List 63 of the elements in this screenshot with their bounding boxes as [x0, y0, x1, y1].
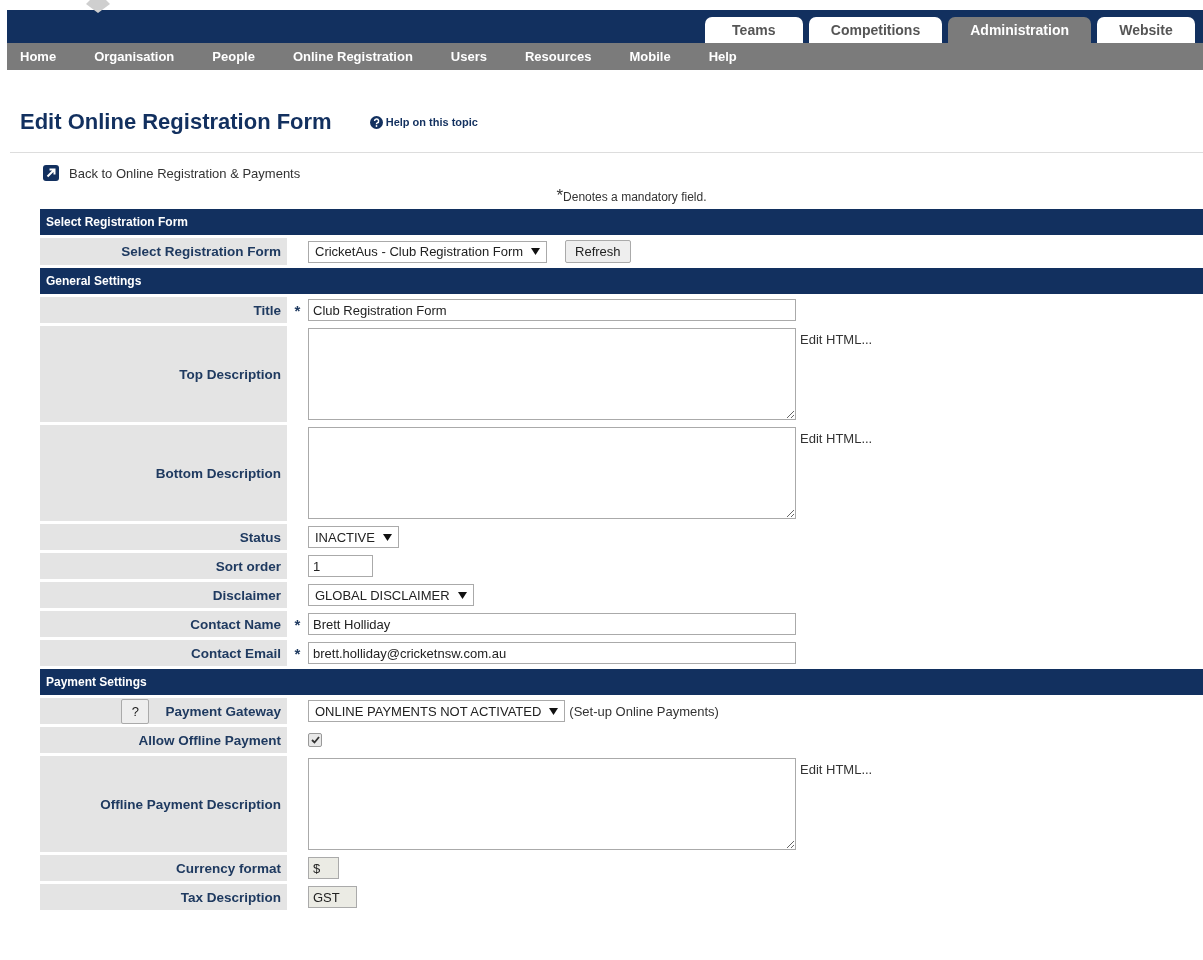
back-link[interactable]: Back to Online Registration & Payments: [69, 165, 301, 181]
mandatory-note: *Denotes a mandatory field.: [555, 185, 708, 206]
edit-html-link[interactable]: Edit HTML...: [800, 427, 873, 446]
nav-link[interactable]: Help: [708, 49, 737, 64]
section-header: Select Registration Form: [40, 209, 1203, 235]
nav-link[interactable]: Organisation: [94, 49, 175, 64]
field-label: Title: [253, 302, 281, 318]
text-field[interactable]: brett.holliday@cricketnsw.com.au: [308, 642, 796, 664]
section-header: General Settings: [40, 268, 1203, 294]
section-header: Payment Settings: [40, 669, 1203, 695]
required-mark: *: [293, 644, 302, 662]
text-area[interactable]: [308, 328, 796, 420]
nav-link[interactable]: Mobile: [629, 49, 671, 64]
required-mark: *: [293, 301, 302, 319]
header-tab[interactable]: Website: [1097, 17, 1195, 43]
field-label: Tax Description: [180, 889, 281, 905]
dropdown[interactable]: CricketAus - Club Registration Form: [308, 240, 548, 263]
nav-link[interactable]: Resources: [525, 49, 592, 64]
field-label: Select Registration Form: [121, 244, 281, 259]
field-label: Status: [239, 529, 281, 545]
page-title: Edit Online Registration Form: [20, 109, 332, 135]
nav-link[interactable]: People: [212, 49, 255, 64]
required-mark: *: [293, 615, 302, 633]
dropdown-arrow-icon: [549, 707, 559, 715]
field-label: Sort order: [215, 558, 281, 574]
header-tab[interactable]: Competitions: [808, 17, 943, 43]
field-label: Contact Email: [190, 645, 281, 661]
dropdown-arrow-icon: [531, 248, 541, 255]
external-link-icon: [43, 165, 59, 181]
dropdown-arrow-icon: [457, 591, 467, 599]
text-field[interactable]: 1: [308, 555, 373, 577]
edit-html-link[interactable]: Edit HTML...: [800, 758, 873, 777]
field-label: Disclaimer: [212, 587, 281, 603]
field-label: Currency format: [175, 860, 281, 876]
field-label: Bottom Description: [155, 465, 281, 481]
dropdown-arrow-icon: [382, 533, 392, 541]
dropdown[interactable]: ONLINE PAYMENTS NOT ACTIVATED: [308, 700, 566, 722]
text-field[interactable]: $: [308, 857, 339, 879]
emblem-icon: [84, 0, 112, 14]
field-label: Allow Offline Payment: [138, 732, 281, 748]
dropdown[interactable]: INACTIVE: [308, 526, 399, 548]
header-tab[interactable]: Teams: [704, 17, 803, 43]
help-link[interactable]: Help on this topic: [369, 115, 478, 129]
help-button[interactable]: ?: [121, 698, 150, 724]
field-label: Payment Gateway: [165, 703, 281, 719]
refresh-button[interactable]: Refresh: [565, 240, 631, 263]
text-field[interactable]: Brett Holliday: [308, 613, 796, 635]
text-area[interactable]: [308, 758, 796, 850]
nav-link[interactable]: Online Registration: [292, 49, 413, 64]
nav-link[interactable]: Home: [20, 49, 57, 64]
setup-payments-link[interactable]: (Set-up Online Payments): [569, 703, 719, 719]
text-area[interactable]: [308, 427, 796, 519]
dropdown[interactable]: GLOBAL DISCLAIMER: [308, 584, 474, 606]
text-field[interactable]: Club Registration Form: [308, 299, 796, 321]
header-tab[interactable]: Administration: [948, 17, 1091, 43]
field-label: Contact Name: [190, 616, 281, 632]
nav-link[interactable]: Users: [450, 49, 487, 64]
text-field[interactable]: GST: [308, 886, 357, 908]
checkbox[interactable]: [308, 733, 322, 747]
field-label: Offline Payment Description: [100, 796, 281, 812]
edit-html-link[interactable]: Edit HTML...: [800, 328, 873, 347]
help-icon: [369, 115, 383, 129]
field-label: Top Description: [179, 366, 281, 382]
